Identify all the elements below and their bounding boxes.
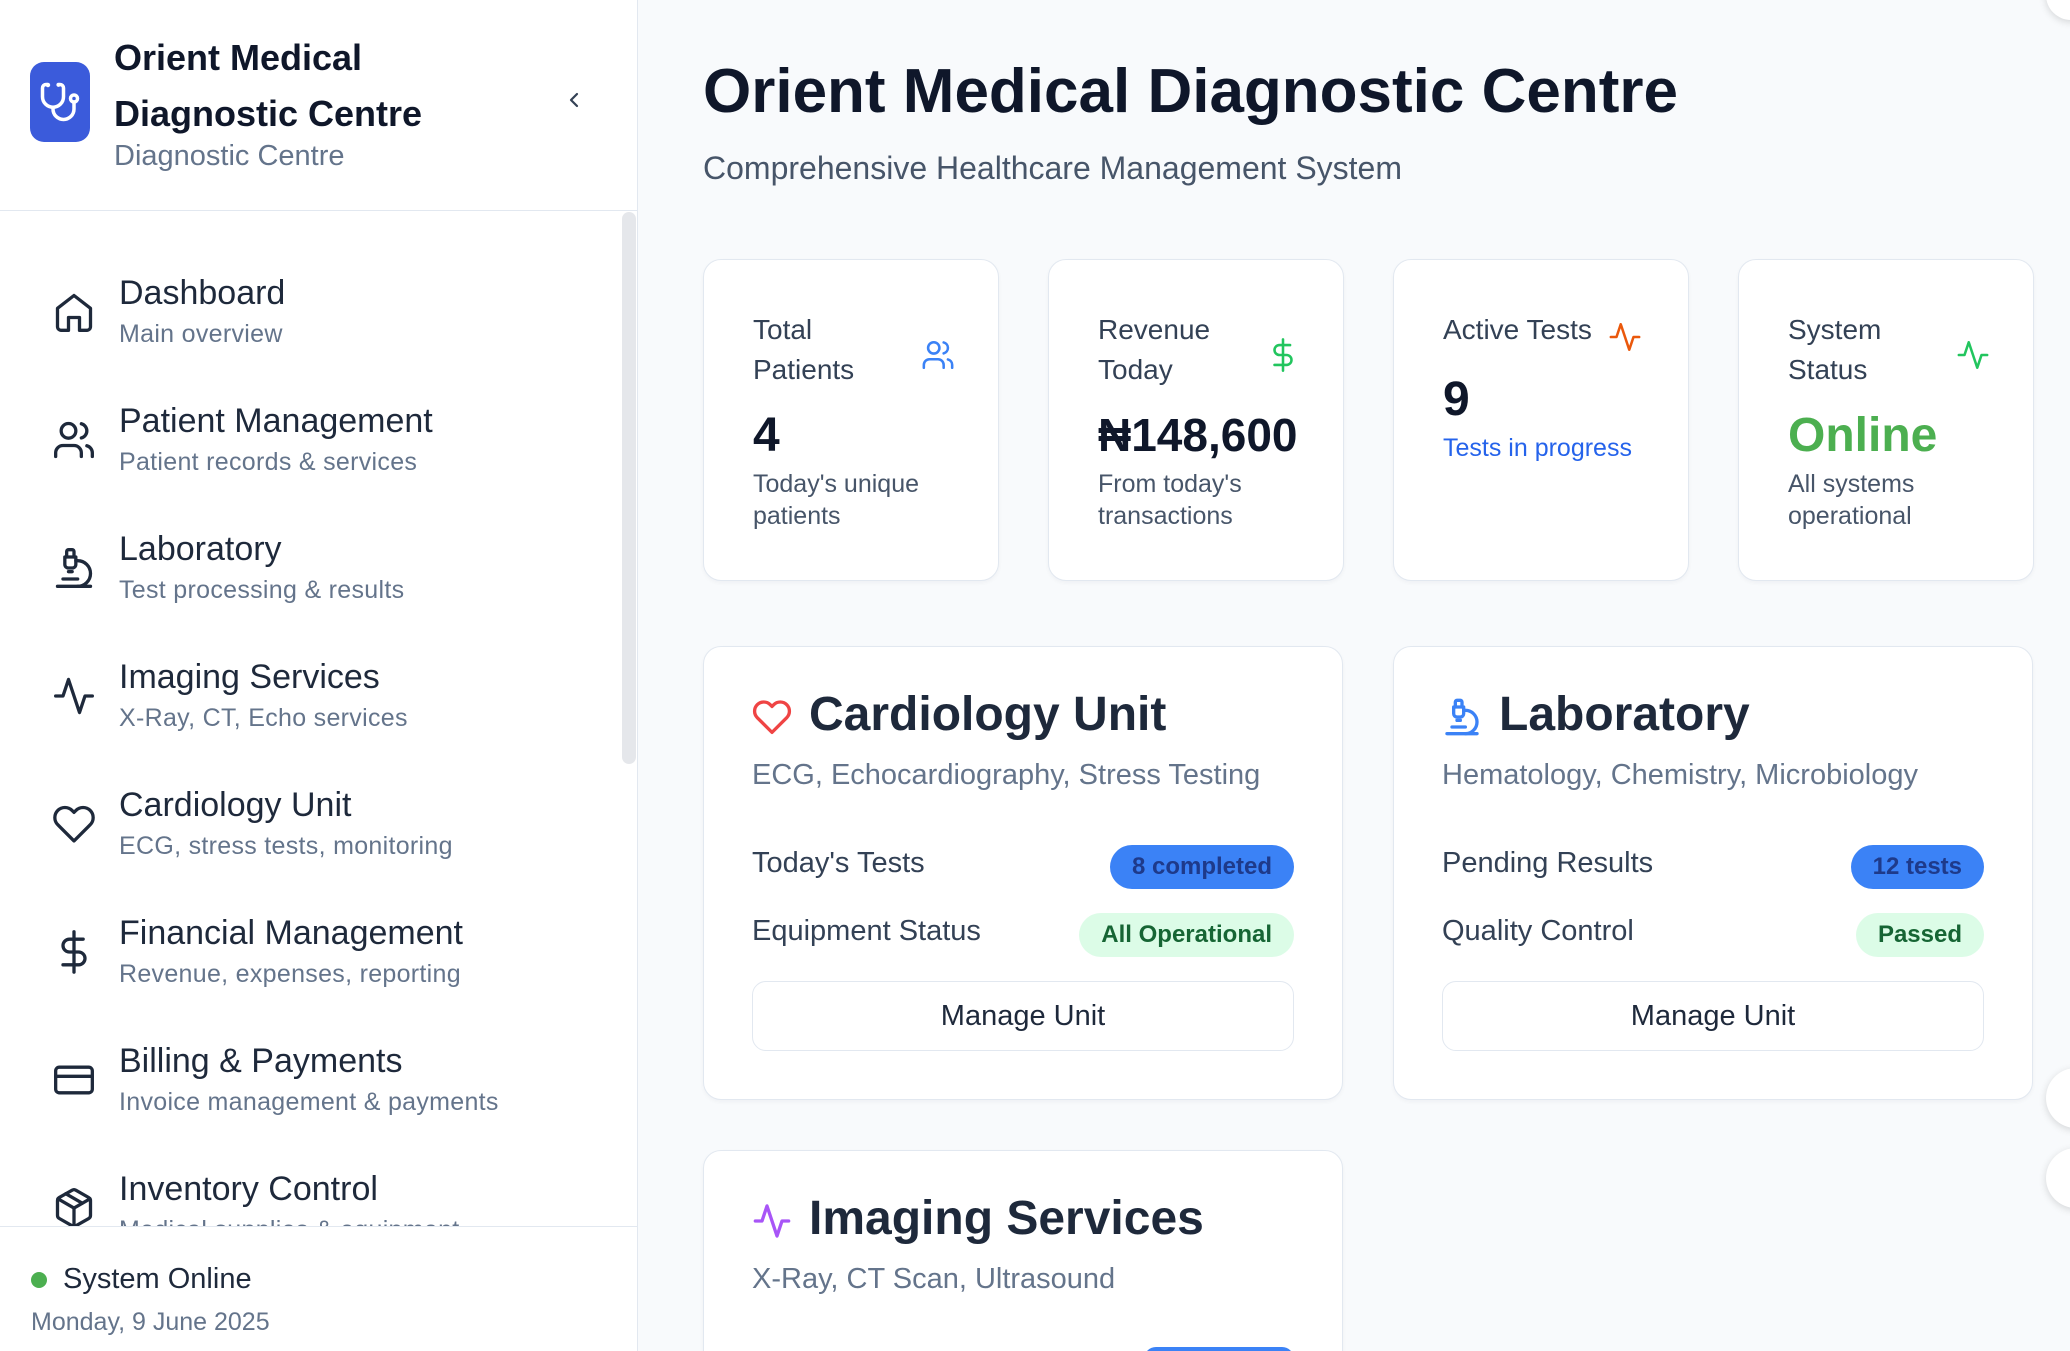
stat-card-total-patients: Total Patients 4 Today's unique patients [703,259,999,581]
floating-control-button[interactable] [2046,0,2070,20]
stat-value: ₦148,600 [1098,409,1298,461]
sidebar-item-title: Cardiology Unit [119,786,352,824]
row-label: Equipment Status [752,915,981,947]
stat-card-revenue-today: Revenue Today ₦148,600 From today's tran… [1048,259,1344,581]
sidebar-item-title: Inventory Control [119,1170,378,1208]
sidebar-item-desc: X-Ray, CT, Echo services [119,704,408,732]
floating-control-button[interactable] [2046,1148,2070,1208]
sidebar-item-financial-management[interactable]: Financial Management Revenue, expenses, … [0,900,600,1010]
sidebar-item-title: Billing & Payments [119,1042,403,1080]
stat-label: Revenue Today [1098,314,1211,385]
sidebar-item-patient-management[interactable]: Patient Management Patient records & ser… [0,388,600,498]
manage-unit-button[interactable]: Manage Unit [1442,981,1984,1051]
home-icon [52,290,96,334]
sidebar-item-desc: Main overview [119,320,283,348]
stat-foot: Today's unique patients [753,470,920,530]
status-badge [1144,1347,1294,1351]
floating-control-button[interactable] [2046,1068,2070,1128]
stat-label: System Status [1788,314,1882,385]
sidebar-item-imaging-services[interactable]: Imaging Services X-Ray, CT, Echo service… [0,644,600,754]
sidebar-item-title: Imaging Services [119,658,380,696]
credit-card-icon [52,1058,96,1102]
brand-name: Orient Medical Diagnostic Centre [114,37,423,134]
chevron-left-icon [569,92,579,108]
page-title: Orient Medical Diagnostic Centre [703,57,1678,126]
package-icon [52,1186,96,1226]
stat-foot: From today's transactions [1098,470,1242,530]
unit-subtitle: ECG, Echocardiography, Stress Testing [752,759,1261,791]
dollar-icon [1266,338,1300,372]
status-badge: 12 tests [1850,845,1984,889]
row-label: Pending Results [1442,847,1654,879]
sidebar: Orient Medical Diagnostic Centre Diagnos… [0,0,638,1351]
sidebar-item-title: Laboratory [119,530,282,568]
heart-icon [752,697,792,737]
stat-foot: Tests in progress [1443,434,1632,462]
sidebar-item-laboratory[interactable]: Laboratory Test processing & results [0,516,600,626]
unit-title: Cardiology Unit [809,688,1167,741]
sidebar-scrollbar[interactable] [622,212,636,764]
status-badge: All Operational [1079,913,1294,957]
stethoscope-icon [30,62,90,142]
activity-icon [1608,320,1642,354]
status-badge: Passed [1855,913,1984,957]
unit-title: Imaging Services [809,1192,1204,1245]
heart-icon [52,802,96,846]
sidebar-item-desc: Revenue, expenses, reporting [119,960,461,988]
activity-icon [1956,338,1990,372]
sidebar-item-billing-payments[interactable]: Billing & Payments Invoice management & … [0,1028,600,1138]
sidebar-item-desc: Test processing & results [119,576,405,604]
page-subtitle: Comprehensive Healthcare Management Syst… [703,150,1402,186]
users-icon [52,418,96,462]
manage-unit-button[interactable]: Manage Unit [752,981,1294,1051]
stat-value: 9 [1443,373,1470,426]
sidebar-header: Orient Medical Diagnostic Centre Diagnos… [0,0,637,211]
current-date: Monday, 9 June 2025 [31,1308,270,1336]
collapse-sidebar-button[interactable] [556,82,592,118]
sidebar-item-dashboard[interactable]: Dashboard Main overview [0,260,600,370]
sidebar-item-title: Financial Management [119,914,463,952]
sidebar-item-desc: ECG, stress tests, monitoring [119,832,453,860]
status-badge: 8 completed [1109,845,1294,889]
dollar-icon [52,930,96,974]
sidebar-item-cardiology-unit[interactable]: Cardiology Unit ECG, stress tests, monit… [0,772,600,882]
system-status-text: System Online [63,1263,252,1295]
stat-foot: All systems operational [1788,470,1915,530]
unit-subtitle: Hematology, Chemistry, Microbiology [1442,759,1918,791]
activity-icon [52,674,96,718]
sidebar-nav: Dashboard Main overview Patient Manageme… [0,212,637,1226]
sidebar-item-title: Patient Management [119,402,433,440]
activity-icon [752,1201,792,1241]
row-label: Today's Tests [752,847,925,879]
stat-card-active-tests: Active Tests 9 Tests in progress [1393,259,1689,581]
sidebar-item-inventory-control[interactable]: Inventory Control Medical supplies & equ… [0,1156,600,1226]
status-online-dot [31,1272,47,1288]
stat-card-system-status: System Status Online All systems operati… [1738,259,2034,581]
unit-title: Laboratory [1499,688,1750,741]
unit-card-cardiology: Cardiology Unit ECG, Echocardiography, S… [703,646,1343,1100]
stat-label: Active Tests [1443,314,1592,345]
sidebar-item-title: Dashboard [119,274,286,312]
unit-card-laboratory: Laboratory Hematology, Chemistry, Microb… [1393,646,2033,1100]
sidebar-item-desc: Patient records & services [119,448,418,476]
sidebar-item-desc: Invoice management & payments [119,1088,499,1116]
unit-card-imaging: Imaging Services X-Ray, CT Scan, Ultraso… [703,1150,1343,1351]
stat-value: Online [1788,409,1938,462]
sidebar-item-desc: Medical supplies & equipment [119,1216,460,1226]
users-icon [921,338,955,372]
microscope-icon [52,546,96,590]
row-label: Quality Control [1442,915,1634,947]
brand-subtitle: Diagnostic Centre [114,140,345,172]
microscope-icon [1442,697,1482,737]
stat-label: Total Patients [753,314,855,385]
stat-value: 4 [753,409,780,462]
unit-subtitle: X-Ray, CT Scan, Ultrasound [752,1263,1116,1295]
